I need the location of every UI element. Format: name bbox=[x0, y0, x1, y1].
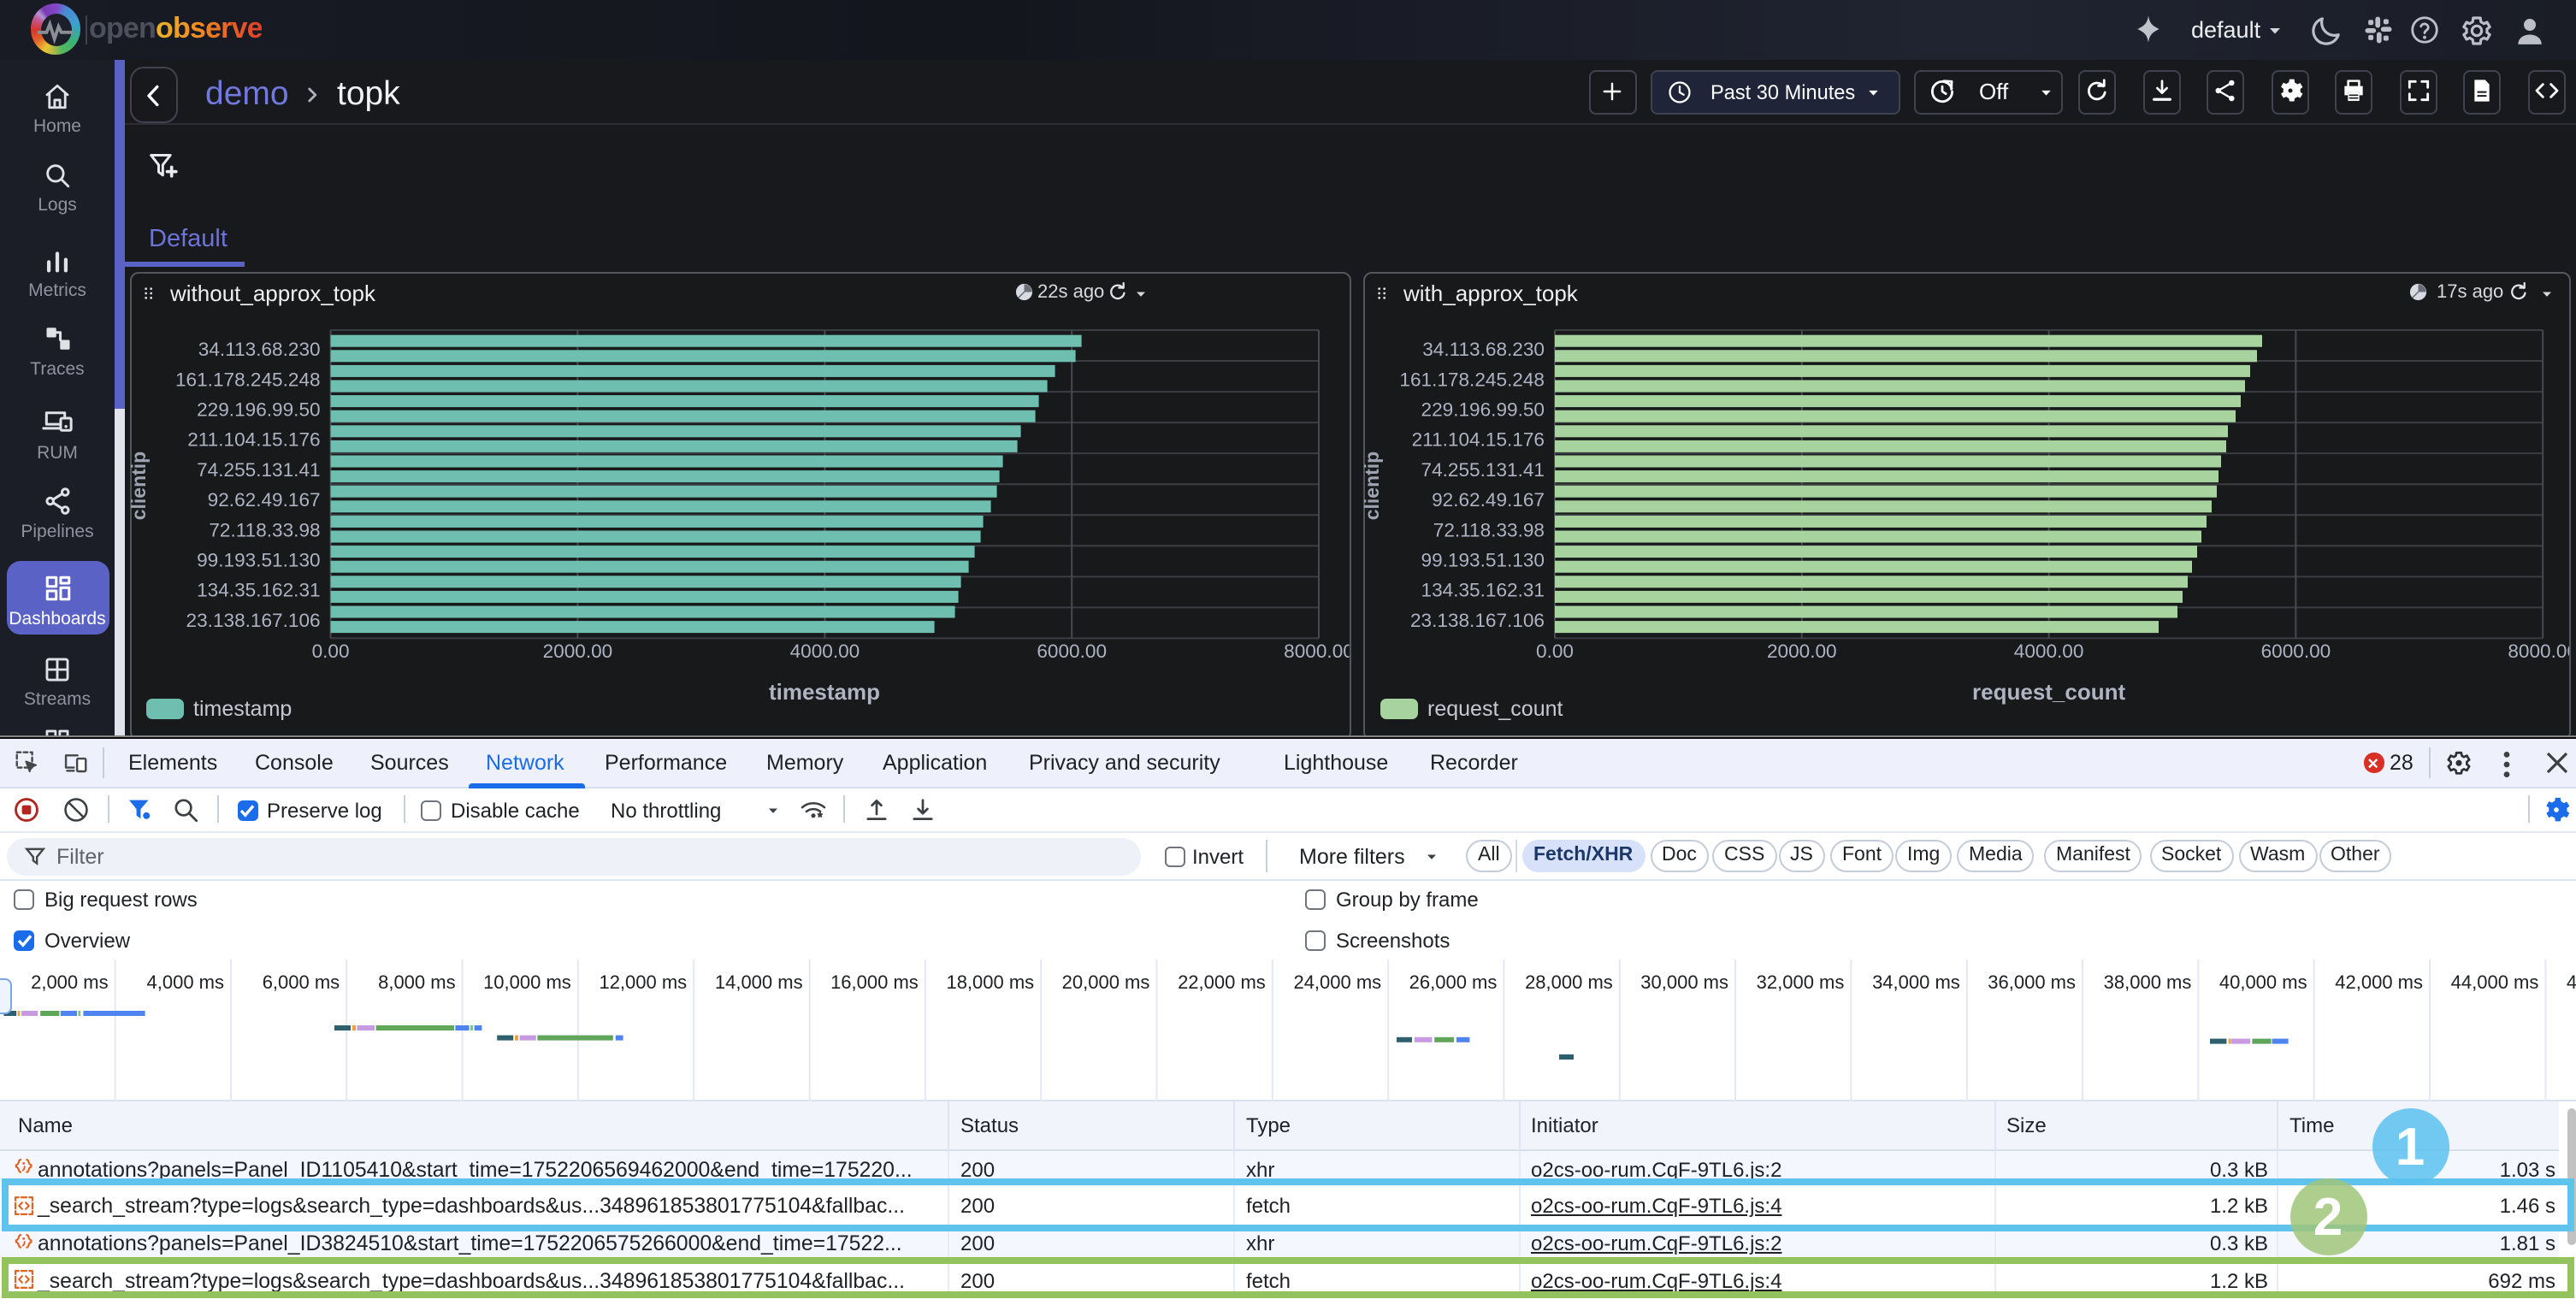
svg-text:2000.00: 2000.00 bbox=[1767, 641, 1837, 662]
svg-text:16,000 ms: 16,000 ms bbox=[830, 971, 919, 992]
svg-text:32,000 ms: 32,000 ms bbox=[1757, 971, 1845, 992]
svg-text:0.00: 0.00 bbox=[312, 641, 350, 662]
svg-text:4,000 ms: 4,000 ms bbox=[147, 971, 225, 992]
svg-text:99.193.51.130: 99.193.51.130 bbox=[197, 550, 321, 571]
svg-text:42,000 ms: 42,000 ms bbox=[2335, 971, 2423, 992]
svg-text:22,000 ms: 22,000 ms bbox=[1178, 971, 1266, 992]
svg-text:211.104.15.176: 211.104.15.176 bbox=[187, 429, 320, 451]
svg-text:request_count: request_count bbox=[1972, 679, 2125, 705]
svg-text:2000.00: 2000.00 bbox=[543, 641, 613, 662]
svg-text:timestamp: timestamp bbox=[769, 679, 880, 705]
svg-text:74.255.131.41: 74.255.131.41 bbox=[197, 459, 321, 481]
svg-text:211.104.15.176: 211.104.15.176 bbox=[1412, 429, 1545, 451]
svg-text:14,000 ms: 14,000 ms bbox=[715, 971, 803, 992]
svg-text:99.193.51.130: 99.193.51.130 bbox=[1421, 550, 1545, 571]
svg-text:20,000 ms: 20,000 ms bbox=[1062, 971, 1150, 992]
svg-text:161.178.245.248: 161.178.245.248 bbox=[1399, 369, 1545, 390]
svg-text:92.62.49.167: 92.62.49.167 bbox=[208, 489, 321, 511]
svg-text:229.196.99.50: 229.196.99.50 bbox=[1421, 399, 1545, 421]
svg-text:6000.00: 6000.00 bbox=[1037, 641, 1107, 662]
svg-text:30,000 ms: 30,000 ms bbox=[1640, 971, 1728, 992]
svg-text:34.113.68.230: 34.113.68.230 bbox=[1422, 339, 1545, 360]
svg-text:40,000 ms: 40,000 ms bbox=[2219, 971, 2307, 992]
svg-text:timestamp: timestamp bbox=[193, 697, 292, 721]
svg-text:134.35.162.31: 134.35.162.31 bbox=[1421, 580, 1545, 601]
svg-text:12,000 ms: 12,000 ms bbox=[599, 971, 687, 992]
svg-text:8,000 ms: 8,000 ms bbox=[378, 971, 456, 992]
svg-text:2,000 ms: 2,000 ms bbox=[31, 971, 109, 992]
svg-text:4000.00: 4000.00 bbox=[2014, 641, 2084, 662]
svg-text:6,000 ms: 6,000 ms bbox=[263, 971, 340, 992]
svg-text:38,000 ms: 38,000 ms bbox=[2104, 971, 2192, 992]
svg-text:72.118.33.98: 72.118.33.98 bbox=[209, 519, 320, 540]
svg-text:44,000 ms: 44,000 ms bbox=[2451, 971, 2539, 992]
svg-text:8000.00: 8000.00 bbox=[1284, 641, 1354, 662]
svg-text:26,000 ms: 26,000 ms bbox=[1409, 971, 1498, 992]
svg-text:36,000 ms: 36,000 ms bbox=[1988, 971, 2076, 992]
svg-text:34.113.68.230: 34.113.68.230 bbox=[198, 339, 321, 360]
svg-text:161.178.245.248: 161.178.245.248 bbox=[175, 369, 321, 390]
svg-text:134.35.162.31: 134.35.162.31 bbox=[197, 580, 321, 601]
svg-text:23.138.167.106: 23.138.167.106 bbox=[186, 610, 321, 631]
svg-text:23.138.167.106: 23.138.167.106 bbox=[1410, 610, 1545, 631]
svg-text:92.62.49.167: 92.62.49.167 bbox=[1432, 489, 1545, 511]
svg-text:24,000 ms: 24,000 ms bbox=[1293, 971, 1381, 992]
svg-text:229.196.99.50: 229.196.99.50 bbox=[197, 399, 321, 421]
svg-text:74.255.131.41: 74.255.131.41 bbox=[1421, 459, 1545, 481]
svg-text:28,000 ms: 28,000 ms bbox=[1525, 971, 1613, 992]
svg-text:6000.00: 6000.00 bbox=[2261, 641, 2331, 662]
svg-text:34,000 ms: 34,000 ms bbox=[1872, 971, 1960, 992]
svg-text:8000.00: 8000.00 bbox=[2508, 641, 2576, 662]
svg-text:46,000 ms: 46,000 ms bbox=[2567, 971, 2576, 992]
svg-text:72.118.33.98: 72.118.33.98 bbox=[1433, 519, 1545, 540]
svg-text:10,000 ms: 10,000 ms bbox=[483, 971, 571, 992]
svg-text:0.00: 0.00 bbox=[1536, 641, 1574, 662]
svg-text:4000.00: 4000.00 bbox=[790, 641, 860, 662]
svg-text:request_count: request_count bbox=[1427, 697, 1563, 721]
svg-text:18,000 ms: 18,000 ms bbox=[946, 971, 1034, 992]
